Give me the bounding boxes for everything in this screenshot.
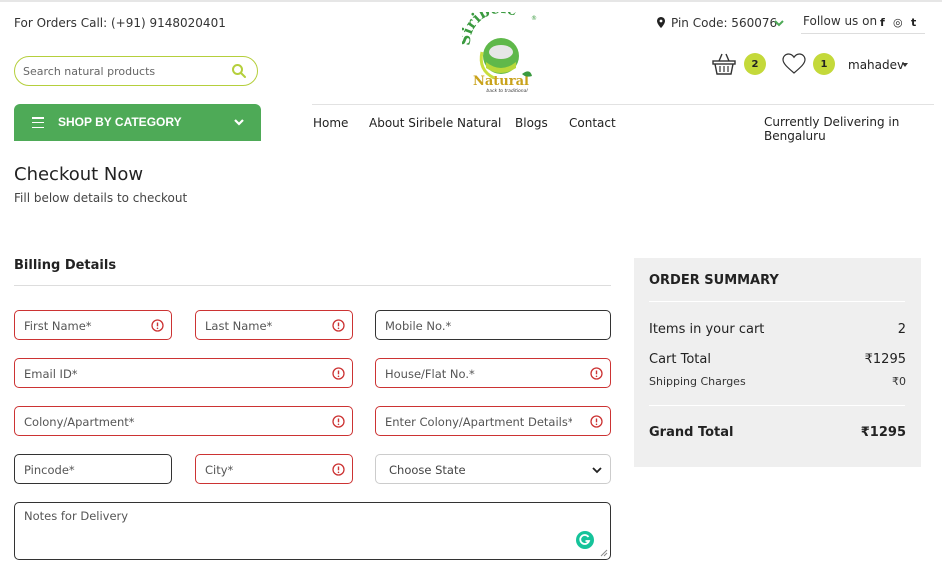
menu-icon (32, 117, 44, 129)
summary-divider (649, 405, 905, 406)
user-menu[interactable]: mahadev (848, 58, 904, 72)
search-box[interactable] (14, 56, 258, 86)
city-input[interactable] (205, 461, 330, 478)
top-border (0, 0, 942, 2)
location-pin-icon (657, 17, 665, 28)
pincode-field[interactable] (14, 454, 172, 484)
grammarly-icon[interactable] (576, 531, 594, 549)
summary-divider (649, 301, 905, 302)
items-in-cart-label: Items in your cart (649, 322, 765, 337)
resize-handle-icon[interactable] (600, 549, 608, 557)
first-name-input[interactable] (24, 317, 149, 334)
order-summary-title: ORDER SUMMARY (649, 273, 779, 288)
cart-total-label: Cart Total (649, 352, 711, 367)
delivering-location-text: Currently Delivering in Bengaluru (764, 115, 900, 143)
billing-divider (14, 285, 611, 286)
house-input[interactable] (385, 365, 573, 382)
cart-count-badge[interactable]: 2 (744, 53, 766, 75)
first-name-field[interactable] (14, 310, 172, 340)
nav-divider (312, 104, 934, 105)
error-icon (332, 415, 345, 428)
facebook-icon[interactable]: f (880, 16, 885, 29)
billing-details-heading: Billing Details (14, 258, 117, 273)
nav-about[interactable]: About Siribele Natural (369, 116, 501, 130)
mobile-field[interactable] (375, 310, 611, 340)
logo-brand-bottom: Natural (473, 74, 529, 89)
nav-contact[interactable]: Contact (569, 116, 616, 130)
cart-total-value: ₹1295 (864, 352, 906, 367)
pincode-input[interactable] (24, 461, 149, 478)
instagram-icon[interactable]: ◎ (893, 16, 903, 29)
shop-by-category-label: SHOP BY CATEGORY (58, 115, 182, 129)
chevron-down-icon (234, 119, 244, 126)
mobile-input[interactable] (385, 317, 573, 334)
colony-details-field[interactable] (375, 406, 611, 436)
logo-tagline: back to traditional (486, 88, 528, 94)
state-select[interactable]: Choose State (375, 454, 611, 484)
nav-home[interactable]: Home (313, 116, 348, 130)
page-title: Checkout Now (14, 164, 144, 185)
grand-total-value: ₹1295 (860, 425, 906, 440)
email-input[interactable] (24, 365, 294, 382)
shop-by-category-button[interactable]: SHOP BY CATEGORY (14, 104, 261, 141)
delivery-notes-input[interactable] (24, 509, 564, 553)
follow-us-divider (801, 33, 925, 34)
last-name-field[interactable] (195, 310, 353, 340)
caret-down-icon[interactable] (902, 63, 908, 67)
heart-icon[interactable] (782, 53, 806, 75)
search-icon[interactable] (231, 63, 247, 79)
page-subtitle: Fill below details to checkout (14, 191, 188, 205)
error-icon (332, 319, 345, 332)
city-field[interactable] (195, 454, 353, 484)
basket-icon[interactable] (712, 52, 736, 76)
pin-code-text[interactable]: Pin Code: 560076 (671, 16, 777, 30)
nav-blogs[interactable]: Blogs (515, 116, 548, 130)
follow-us-label: Follow us on (803, 14, 878, 28)
search-input[interactable] (23, 61, 223, 81)
colony-details-input[interactable] (385, 413, 573, 430)
delivery-notes-field[interactable] (14, 502, 611, 560)
email-field[interactable] (14, 358, 353, 388)
chevron-down-icon (592, 467, 602, 474)
order-summary-panel: ORDER SUMMARY Items in your cart 2 Cart … (634, 258, 921, 467)
grand-total-label: Grand Total (649, 425, 734, 440)
house-field[interactable] (375, 358, 611, 388)
colony-field[interactable] (14, 406, 353, 436)
state-select-value: Choose State (389, 463, 466, 477)
logo-registered: ® (531, 15, 537, 22)
error-icon (590, 415, 603, 428)
siribele-natural-logo[interactable]: Siribele ® Natural back to traditional (462, 12, 540, 96)
error-icon (151, 319, 164, 332)
colony-input[interactable] (24, 413, 294, 430)
shipping-charges-value: ₹0 (892, 375, 906, 388)
error-icon (332, 367, 345, 380)
error-icon (590, 367, 603, 380)
error-icon (332, 463, 345, 476)
items-in-cart-value: 2 (897, 322, 906, 337)
last-name-input[interactable] (205, 317, 330, 334)
pin-code-chevron-icon[interactable] (773, 17, 785, 29)
orders-call-text: For Orders Call: (+91) 9148020401 (14, 16, 226, 30)
wishlist-count-badge[interactable]: 1 (813, 53, 835, 75)
shipping-charges-label: Shipping Charges (649, 375, 746, 388)
twitter-icon[interactable]: t (911, 16, 916, 29)
